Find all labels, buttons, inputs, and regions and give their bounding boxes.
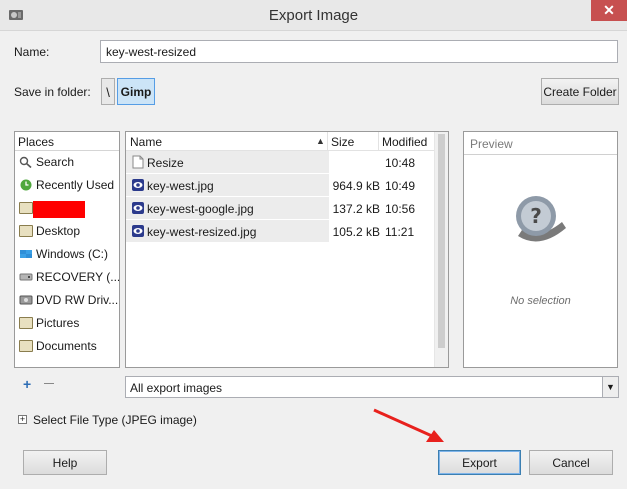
- places-header[interactable]: Places: [15, 132, 119, 151]
- folder-icon: [19, 202, 33, 214]
- place-dvd-rw-drive[interactable]: DVD RW Driv...: [15, 289, 119, 312]
- file-filter-value: All export images: [130, 381, 223, 395]
- place-label: RECOVERY (...: [36, 270, 119, 284]
- chevron-down-icon[interactable]: ▼: [602, 377, 618, 397]
- place-user-folder[interactable]: [15, 197, 119, 220]
- image-file-icon: [132, 179, 144, 191]
- drive-icon: [19, 273, 33, 281]
- create-folder-button[interactable]: Create Folder: [541, 78, 619, 105]
- search-icon: [19, 156, 32, 168]
- folder-icon: [19, 340, 33, 352]
- place-documents[interactable]: Documents: [15, 335, 119, 358]
- sort-ascending-icon: ▲: [316, 136, 325, 146]
- place-search[interactable]: Search: [15, 151, 119, 174]
- gimp-question-icon: ?: [516, 196, 566, 242]
- breadcrumb-root-button[interactable]: \: [101, 78, 115, 105]
- folder-icon: [19, 225, 33, 237]
- file-list-scrollbar[interactable]: [434, 132, 448, 367]
- file-list: Name ▲ Size Modified Resize 10:48 key-we…: [125, 131, 449, 368]
- close-button[interactable]: ✕: [591, 0, 627, 21]
- place-label: Documents: [36, 339, 97, 353]
- place-label: Desktop: [36, 224, 81, 238]
- file-name: Resize: [147, 156, 184, 170]
- cancel-button[interactable]: Cancel: [529, 450, 613, 475]
- expander-plus-icon[interactable]: +: [18, 415, 27, 424]
- redaction-box: [33, 201, 85, 218]
- preview-panel: Preview ? No selection: [463, 131, 618, 368]
- place-pictures[interactable]: Pictures: [15, 312, 119, 335]
- column-separator[interactable]: [327, 132, 328, 151]
- place-label: Search: [36, 155, 75, 169]
- file-list-header: Name ▲ Size Modified: [126, 132, 448, 151]
- column-modified-header[interactable]: Modified: [382, 135, 427, 149]
- breadcrumb-gimp-button[interactable]: Gimp: [117, 78, 155, 105]
- column-separator[interactable]: [378, 132, 379, 151]
- title-bar: Export Image ✕: [0, 0, 627, 31]
- add-bookmark-button[interactable]: +: [23, 376, 31, 392]
- file-size: 105.2 kB: [332, 225, 380, 239]
- file-row[interactable]: Resize 10:48: [126, 151, 436, 173]
- column-name-header[interactable]: Name: [130, 135, 162, 149]
- svg-text:?: ?: [530, 204, 542, 228]
- save-in-folder-label: Save in folder:: [14, 85, 91, 99]
- file-modified: 11:21: [385, 225, 415, 239]
- annotation-arrow-icon: [373, 408, 444, 442]
- place-label: Recently Used: [36, 178, 115, 192]
- file-name: key-west-resized.jpg: [147, 225, 257, 239]
- file-row[interactable]: key-west-resized.jpg 105.2 kB 11:21: [126, 220, 436, 242]
- places-panel: Places Search Recently Used Desktop Wind…: [14, 131, 120, 368]
- place-label: DVD RW Driv...: [36, 293, 119, 307]
- file-name: key-west-google.jpg: [147, 202, 254, 216]
- folder-doc-icon: [132, 155, 144, 169]
- file-name: key-west.jpg: [147, 179, 214, 193]
- export-button[interactable]: Export: [438, 450, 521, 475]
- folder-icon: [19, 317, 33, 329]
- remove-bookmark-button[interactable]: —: [44, 378, 54, 389]
- file-modified: 10:49: [385, 179, 416, 193]
- place-windows-c[interactable]: Windows (C:): [15, 243, 119, 266]
- recent-icon: [20, 179, 32, 191]
- help-button[interactable]: Help: [23, 450, 107, 475]
- place-label: Pictures: [36, 316, 80, 330]
- place-label: Windows (C:): [36, 247, 109, 261]
- file-size: 137.2 kB: [332, 202, 380, 216]
- file-row[interactable]: key-west-google.jpg 137.2 kB 10:56: [126, 197, 436, 219]
- image-file-icon: [132, 202, 144, 214]
- image-file-icon: [132, 225, 144, 237]
- file-row[interactable]: key-west.jpg 964.9 kB 10:49: [126, 174, 436, 196]
- file-size: 964.9 kB: [332, 179, 380, 193]
- place-recovery[interactable]: RECOVERY (...: [15, 266, 119, 289]
- scrollbar-thumb[interactable]: [438, 134, 445, 348]
- name-label: Name:: [14, 45, 50, 59]
- file-filter-select[interactable]: All export images ▼: [125, 376, 619, 398]
- close-icon: ✕: [603, 2, 615, 18]
- drive-icon: [20, 250, 32, 258]
- window-title: Export Image: [268, 7, 359, 24]
- name-input[interactable]: key-west-resized: [100, 40, 618, 63]
- preview-header: Preview: [464, 132, 617, 155]
- place-desktop[interactable]: Desktop: [15, 220, 119, 243]
- select-file-type-expander[interactable]: Select File Type (JPEG image): [33, 413, 197, 427]
- file-modified: 10:56: [385, 202, 416, 216]
- file-modified: 10:48: [385, 156, 416, 170]
- no-selection-text: No selection: [510, 295, 571, 307]
- place-recently-used[interactable]: Recently Used: [15, 174, 119, 197]
- column-size-header[interactable]: Size: [331, 135, 354, 149]
- dvd-icon: [19, 295, 33, 305]
